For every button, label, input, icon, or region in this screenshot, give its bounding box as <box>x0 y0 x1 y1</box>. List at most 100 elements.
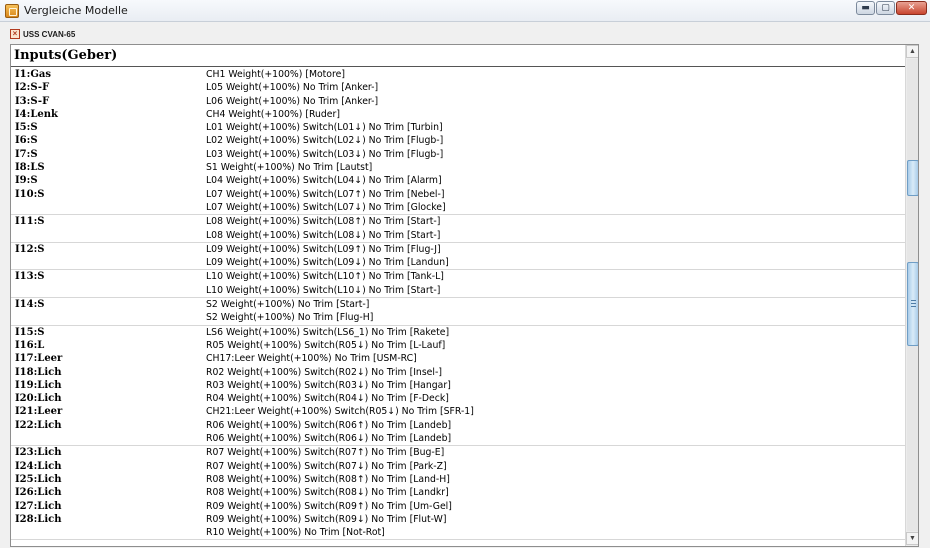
input-mix-line: R06 Weight(+100%) Switch(R06↓) No Trim [… <box>206 433 452 445</box>
input-mix-lines: CH17:Leer Weight(+100%) No Trim [USM-RC] <box>206 352 905 365</box>
section-title: Inputs(Geber) <box>11 45 905 67</box>
input-label: I1:Gas <box>15 69 51 80</box>
input-row: I7:S L03 Weight(+100%) Switch(L03↓) No Tr… <box>11 148 905 161</box>
input-mix-lines: CH21:Leer Weight(+100%) Switch(R05↓) No … <box>206 405 905 418</box>
input-label: I14:S <box>15 299 45 311</box>
input-row: I22:Lich R06 Weight(+100%) Switch(R06↑) N… <box>11 419 905 447</box>
input-row: I10:S L07 Weight(+100%) Switch(L07↑) No T… <box>11 188 905 216</box>
input-mix-lines: R06 Weight(+100%) Switch(R06↑) No Trim [… <box>206 419 905 446</box>
input-mix-line: L08 Weight(+100%) Switch(L08↓) No Trim [… <box>206 229 441 241</box>
input-mix-line: R08 Weight(+100%) Switch(R08↑) No Trim [… <box>206 473 450 485</box>
input-label: I22:Lich <box>15 419 62 431</box>
input-mix-line: R07 Weight(+100%) Switch(R07↑) No Trim [… <box>206 447 445 459</box>
input-row: I14:S S2 Weight(+100%) No Trim [Start-] S2… <box>11 298 905 326</box>
input-mix-lines: R08 Weight(+100%) Switch(R08↑) No Trim [… <box>206 473 905 486</box>
document-icon[interactable]: × <box>10 29 20 39</box>
input-row: I25:Lich R08 Weight(+100%) Switch(R08↑) N… <box>11 473 905 486</box>
input-label: I5:S <box>15 122 38 134</box>
input-mix-line: L03 Weight(+100%) Switch(L03↓) No Trim [… <box>206 148 444 160</box>
input-label: I6:S <box>15 135 38 147</box>
input-row: I12:S L09 Weight(+100%) Switch(L09↑) No T… <box>11 243 905 271</box>
input-mix-lines: L05 Weight(+100%) No Trim [Anker-] <box>206 81 905 94</box>
input-row: I21:Leer CH21:Leer Weight(+100%) Switch(R… <box>11 405 905 418</box>
input-mix-line: CH21:Leer Weight(+100%) Switch(R05↓) No … <box>206 406 474 418</box>
input-mix-lines: L04 Weight(+100%) Switch(L04↓) No Trim [… <box>206 174 905 187</box>
input-label: I26:Lich <box>15 487 62 499</box>
input-mix-line: S2 Weight(+100%) No Trim [Flug-H] <box>206 312 374 324</box>
scroll-up-icon[interactable]: ▲ <box>906 45 918 58</box>
input-mix-line: R07 Weight(+100%) Switch(R07↓) No Trim [… <box>206 460 447 472</box>
input-mix-line: R04 Weight(+100%) Switch(R04↓) No Trim [… <box>206 393 449 405</box>
input-label: I21:Leer <box>15 406 63 418</box>
input-mix-line: L10 Weight(+100%) Switch(L10↓) No Trim [… <box>206 284 441 296</box>
input-label: I3:S-F <box>15 95 50 107</box>
input-mix-line: L10 Weight(+100%) Switch(L10↑) No Trim [… <box>206 271 444 283</box>
input-mix-line: L09 Weight(+100%) Switch(L09↑) No Trim [… <box>206 243 441 255</box>
input-mix-lines: L01 Weight(+100%) Switch(L01↓) No Trim [… <box>206 121 905 134</box>
input-row: I20:Lich R04 Weight(+100%) Switch(R04↓) N… <box>11 392 905 405</box>
input-mix-lines: L03 Weight(+100%) Switch(L03↓) No Trim [… <box>206 148 905 161</box>
input-mix-line: S2 Weight(+100%) No Trim [Start-] <box>206 299 370 311</box>
input-mix-line: L09 Weight(+100%) Switch(L09↓) No Trim [… <box>206 257 449 269</box>
input-mix-lines: R07 Weight(+100%) Switch(R07↓) No Trim [… <box>206 460 905 473</box>
input-row: I9:S L04 Weight(+100%) Switch(L04↓) No Tr… <box>11 174 905 187</box>
grip-line <box>911 300 916 301</box>
close-button[interactable]: ✕ <box>896 1 927 15</box>
input-row: I23:Lich R07 Weight(+100%) Switch(R07↑) N… <box>11 446 905 459</box>
scroll-down-icon[interactable]: ▼ <box>906 532 918 545</box>
input-label: I24:Lich <box>15 460 62 472</box>
input-mix-lines: R04 Weight(+100%) Switch(R04↓) No Trim [… <box>206 392 905 405</box>
input-mix-lines: S1 Weight(+100%) No Trim [Lautst] <box>206 161 905 174</box>
input-mix-lines: R09 Weight(+100%) Switch(R09↓) No Trim [… <box>206 513 905 540</box>
input-row: I16:L R05 Weight(+100%) Switch(R05↓) No T… <box>11 339 905 352</box>
grip-line <box>911 303 916 304</box>
input-mix-line: CH17:Leer Weight(+100%) No Trim [USM-RC] <box>206 353 417 365</box>
app-icon <box>5 4 19 18</box>
input-mix-line: L05 Weight(+100%) No Trim [Anker-] <box>206 82 379 94</box>
input-row: I13:S L10 Weight(+100%) Switch(L10↑) No T… <box>11 270 905 299</box>
minimize-button[interactable]: ▬ <box>856 1 875 15</box>
input-row: I3:S-F L06 Weight(+100%) No Trim [Anker-] <box>11 95 905 108</box>
input-mix-lines: R09 Weight(+100%) Switch(R09↑) No Trim [… <box>206 500 905 513</box>
input-mix-line: LS6 Weight(+100%) Switch(LS6_1) No Trim … <box>206 326 450 338</box>
input-label: I11:S <box>15 216 45 228</box>
input-row: I4:Lenk CH4 Weight(+100%) [Ruder] <box>11 108 905 121</box>
document-tab-label[interactable]: USS CVAN-65 <box>23 30 75 39</box>
inputs-list: I1:Gas CH1 Weight(+100%) [Motore] I2:S-F L0… <box>11 68 905 541</box>
input-row: I17:Leer CH17:Leer Weight(+100%) No Trim … <box>11 352 905 365</box>
input-mix-lines: R02 Weight(+100%) Switch(R02↓) No Trim [… <box>206 366 905 379</box>
input-mix-lines: CH1 Weight(+100%) [Motore] <box>206 68 905 81</box>
input-label: I28:Lich <box>15 513 62 525</box>
input-mix-lines: L02 Weight(+100%) Switch(L02↓) No Trim [… <box>206 134 905 147</box>
input-row: I28:Lich R09 Weight(+100%) Switch(R09↓) N… <box>11 513 905 541</box>
input-row: I2:S-F L05 Weight(+100%) No Trim [Anker-] <box>11 81 905 94</box>
input-label: I2:S-F <box>15 82 50 94</box>
vertical-scrollbar[interactable]: ▲ ▼ <box>905 45 918 546</box>
scroll-thumb[interactable] <box>907 160 918 196</box>
input-mix-line: R05 Weight(+100%) Switch(R05↓) No Trim [… <box>206 339 446 351</box>
input-mix-line: L04 Weight(+100%) Switch(L04↓) No Trim [… <box>206 175 442 187</box>
window-titlebar[interactable]: Vergleiche Modelle ▬ ▢ ✕ <box>0 0 930 22</box>
grip-line <box>911 306 916 307</box>
input-row: I26:Lich R08 Weight(+100%) Switch(R08↓) N… <box>11 486 905 499</box>
input-label: I7:S <box>15 148 38 160</box>
input-label: I19:Lich <box>15 379 62 391</box>
input-mix-lines: CH4 Weight(+100%) [Ruder] <box>206 108 905 121</box>
input-mix-line: L07 Weight(+100%) Switch(L07↑) No Trim [… <box>206 188 445 200</box>
maximize-button[interactable]: ▢ <box>876 1 895 15</box>
input-mix-line: L06 Weight(+100%) No Trim [Anker-] <box>206 95 379 107</box>
input-mix-line: R06 Weight(+100%) Switch(R06↑) No Trim [… <box>206 419 452 431</box>
document-tabbar: × USS CVAN-65 <box>0 23 930 43</box>
scroll-thumb-secondary[interactable] <box>907 262 918 346</box>
input-row: I8:LS S1 Weight(+100%) No Trim [Lautst] <box>11 161 905 174</box>
input-label: I9:S <box>15 175 38 187</box>
input-label: I16:L <box>15 339 45 351</box>
input-mix-lines: R03 Weight(+100%) Switch(R03↓) No Trim [… <box>206 379 905 392</box>
input-label: I18:Lich <box>15 366 62 378</box>
input-mix-line: L08 Weight(+100%) Switch(L08↑) No Trim [… <box>206 216 441 228</box>
input-mix-line: CH4 Weight(+100%) [Ruder] <box>206 108 340 120</box>
comparison-panel: Inputs(Geber) I1:Gas CH1 Weight(+100%) [M… <box>10 44 919 547</box>
input-row: I1:Gas CH1 Weight(+100%) [Motore] <box>11 68 905 81</box>
input-mix-line: CH1 Weight(+100%) [Motore] <box>206 69 345 80</box>
input-row: I18:Lich R02 Weight(+100%) Switch(R02↓) N… <box>11 366 905 379</box>
